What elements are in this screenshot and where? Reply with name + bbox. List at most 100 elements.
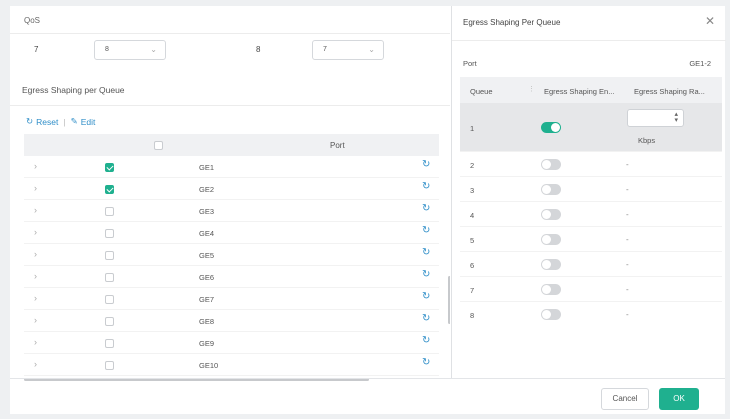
row-checkbox[interactable] (105, 273, 114, 282)
footer-divider (10, 378, 725, 379)
chevron-down-icon: ⌄ (150, 45, 157, 54)
table-row[interactable]: › GE1 ↻ (24, 156, 439, 178)
queue-number: 3 (470, 186, 475, 195)
chevron-right-icon[interactable]: › (34, 359, 37, 369)
rate-value: - (626, 285, 629, 294)
egress-shaping-toggle[interactable] (541, 122, 561, 133)
egress-shaping-toggle[interactable] (541, 309, 561, 320)
refresh-icon[interactable]: ↻ (422, 159, 430, 170)
table-row[interactable]: › GE7 ↻ (24, 288, 439, 310)
qos-priority-label: 7 (34, 45, 39, 54)
queue-row: 2- (460, 152, 722, 177)
row-checkbox[interactable] (105, 185, 114, 194)
row-checkbox[interactable] (105, 361, 114, 370)
rate-column-header: Egress Shaping Ra... (634, 87, 705, 96)
port-table-header: Port (24, 134, 439, 156)
close-icon[interactable]: ✕ (705, 14, 715, 28)
qos-dialog: QoS 7 8 ⌄ 8 7 ⌄ Egress Shaping per Queue… (10, 6, 726, 414)
table-row[interactable]: › GE8 ↻ (24, 310, 439, 332)
chevron-right-icon[interactable]: › (34, 293, 37, 303)
chevron-right-icon[interactable]: › (34, 271, 37, 281)
row-checkbox[interactable] (105, 339, 114, 348)
ok-button[interactable]: OK (659, 388, 699, 410)
qos-queue-select[interactable]: 8 ⌄ (94, 40, 166, 60)
queue-row: 5- (460, 227, 722, 252)
chevron-right-icon[interactable]: › (34, 205, 37, 215)
refresh-icon[interactable]: ↻ (422, 335, 430, 346)
select-value: 7 (323, 46, 327, 53)
queue-number: 5 (470, 236, 475, 245)
select-all-checkbox[interactable] (154, 141, 163, 150)
row-checkbox[interactable] (105, 317, 114, 326)
table-row[interactable]: › GE9 ↻ (24, 332, 439, 354)
refresh-icon[interactable]: ↻ (422, 247, 430, 258)
reset-link[interactable]: Reset (36, 117, 58, 127)
cancel-button[interactable]: Cancel (601, 388, 649, 410)
egress-shaping-drawer: Egress Shaping Per Queue ✕ Port GE1-2 Qu… (451, 6, 726, 378)
row-checkbox[interactable] (105, 229, 114, 238)
rate-value: - (626, 310, 629, 319)
chevron-right-icon[interactable]: › (34, 315, 37, 325)
row-checkbox[interactable] (105, 163, 114, 172)
reset-icon: ↻ (26, 116, 34, 126)
refresh-icon[interactable]: ↻ (422, 357, 430, 368)
egress-shaping-toggle[interactable] (541, 159, 561, 170)
queue-column-header: Queue (470, 87, 493, 96)
port-name: GE9 (199, 339, 215, 348)
refresh-icon[interactable]: ↻ (422, 313, 430, 324)
row-checkbox[interactable] (105, 251, 114, 260)
egress-shaping-toggle[interactable] (541, 184, 561, 195)
chevron-right-icon[interactable]: › (34, 227, 37, 237)
queue-row: 4- (460, 202, 722, 227)
table-row[interactable]: › GE6 ↻ (24, 266, 439, 288)
port-name: GE2 (199, 185, 215, 194)
refresh-icon[interactable]: ↻ (422, 181, 430, 192)
table-row[interactable]: › GE10 ↻ (24, 354, 439, 376)
vertical-scrollbar[interactable] (448, 276, 450, 324)
edit-icon: ✎ (70, 116, 78, 126)
refresh-icon[interactable]: ↻ (422, 269, 430, 280)
divider (10, 105, 450, 106)
egress-shaping-toggle[interactable] (541, 284, 561, 295)
qos-queue-select[interactable]: 7 ⌄ (312, 40, 384, 60)
edit-link[interactable]: Edit (81, 117, 96, 127)
rate-unit: Kbps (638, 136, 656, 145)
chevron-right-icon[interactable]: › (34, 161, 37, 171)
queue-number: 8 (470, 311, 475, 320)
chevron-right-icon[interactable]: › (34, 183, 37, 193)
table-row[interactable]: › GE2 ↻ (24, 178, 439, 200)
table-row[interactable]: › GE4 ↻ (24, 222, 439, 244)
queue-number: 4 (470, 211, 475, 220)
table-row[interactable]: › GE5 ↻ (24, 244, 439, 266)
table-row[interactable]: › GE3 ↻ (24, 200, 439, 222)
refresh-icon[interactable]: ↻ (422, 203, 430, 214)
queue-row: 7- (460, 277, 722, 302)
refresh-icon[interactable]: ↻ (422, 291, 430, 302)
table-toolbar: ↻ Reset | ✎ Edit (26, 116, 95, 127)
refresh-icon[interactable]: ↻ (422, 225, 430, 236)
row-checkbox[interactable] (105, 295, 114, 304)
chevron-right-icon[interactable]: › (34, 337, 37, 347)
queue-number: 7 (470, 286, 475, 295)
column-resize-icon[interactable]: ⋮ (528, 85, 535, 93)
rate-input[interactable]: ▴ ▾ (627, 109, 684, 127)
port-label: Port (463, 59, 477, 68)
port-name: GE3 (199, 207, 215, 216)
rate-value: - (626, 210, 629, 219)
egress-shaping-toggle[interactable] (541, 259, 561, 270)
egress-shaping-toggle[interactable] (541, 209, 561, 220)
port-name: GE7 (199, 295, 215, 304)
qos-panel: QoS 7 8 ⌄ 8 7 ⌄ Egress Shaping per Queue… (10, 6, 450, 376)
qos-mapping-row: 7 8 ⌄ 8 7 ⌄ (10, 38, 450, 62)
egress-shaping-toggle[interactable] (541, 234, 561, 245)
queue-row: 8- (460, 302, 722, 327)
port-name: GE5 (199, 251, 215, 260)
chevron-right-icon[interactable]: › (34, 249, 37, 259)
port-name: GE10 (199, 361, 219, 370)
queue-table-header: Queue ⋮ Egress Shaping En... Egress Shap… (460, 77, 722, 103)
qos-title: QoS (24, 16, 41, 25)
row-checkbox[interactable] (105, 207, 114, 216)
port-name: GE6 (199, 273, 215, 282)
queue-row: 6- (460, 252, 722, 277)
spinner-icon[interactable]: ▴ ▾ (674, 111, 678, 124)
